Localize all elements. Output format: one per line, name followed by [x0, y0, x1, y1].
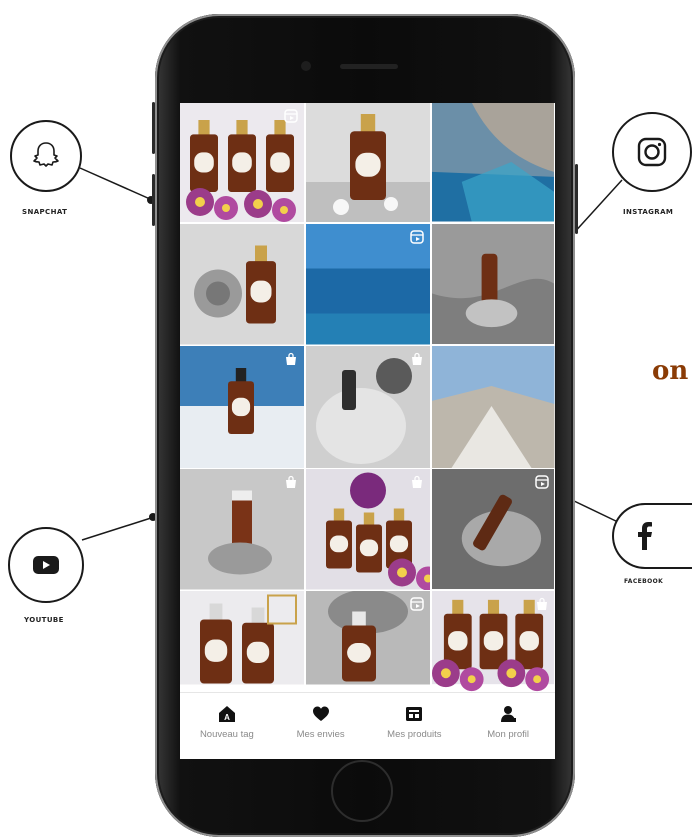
tab-label: Mon profil	[487, 729, 529, 740]
tab-mes-envies[interactable]: Mes envies	[274, 693, 368, 759]
shop-bag-icon	[412, 352, 422, 365]
shop-bag-icon	[412, 475, 422, 488]
facebook-label: FACEBOOK	[624, 578, 664, 585]
snapchat-circle[interactable]	[10, 120, 82, 192]
heart-icon	[312, 706, 329, 721]
feed-post-hands-with-roll-on[interactable]	[432, 469, 555, 590]
youtube-play-icon	[33, 556, 59, 574]
home-button[interactable]	[331, 760, 393, 822]
feed-post-hand-holding-bottle-bw[interactable]	[432, 224, 555, 345]
shop-bag-icon	[286, 475, 296, 488]
youtube-label: YOUTUBE	[24, 616, 64, 624]
phone-speaker	[340, 64, 398, 69]
products-icon	[406, 707, 423, 721]
reel-icon	[284, 109, 298, 123]
profile-icon	[501, 706, 517, 722]
snapchat-ghost-icon	[33, 142, 59, 167]
phone-power-button	[575, 164, 578, 234]
feed-post-sea-rock-cave[interactable]	[432, 103, 555, 223]
feed-post-three-bottles-flowers-2[interactable]	[432, 591, 555, 694]
tab-label: Nouveau tag	[199, 729, 254, 740]
feed-post-three-amber-bottles-flowers[interactable]	[180, 103, 304, 223]
post-photo	[306, 103, 430, 222]
youtube-circle[interactable]	[8, 527, 84, 603]
front-camera	[301, 61, 311, 71]
reel-icon	[535, 475, 549, 489]
reel-icon	[410, 230, 424, 244]
tab-label: Mes produits	[387, 729, 442, 740]
snapchat-label: SNAPCHAT	[22, 208, 68, 216]
photo-grid	[180, 103, 555, 692]
tab-label: Mes envies	[296, 729, 345, 740]
feed-post-rose-and-bottle[interactable]	[180, 224, 304, 345]
facebook-f-icon	[638, 522, 652, 550]
tab-nouveau-tag[interactable]: A Nouveau tag	[180, 693, 274, 759]
feed-post-blue-sea-horizon[interactable]	[306, 224, 430, 345]
feed-post-bottles-with-dahlia[interactable]	[306, 469, 430, 590]
feed-post-two-bottles-soap[interactable]	[180, 591, 304, 694]
feed-post-dropper-bottle-on-snow[interactable]	[180, 346, 304, 468]
post-photo	[432, 103, 555, 222]
instagram-camera-icon	[637, 137, 667, 167]
phone-screen: A Nouveau tag Mes envies Mes produits Mo…	[180, 103, 555, 759]
tab-mes-produits[interactable]: Mes produits	[368, 693, 462, 759]
bottom-tab-bar: A Nouveau tag Mes envies Mes produits Mo…	[180, 692, 555, 759]
new-tag-icon: A	[218, 706, 235, 722]
instagram-circle[interactable]	[612, 112, 692, 192]
tab-mon-profil[interactable]: Mon profil	[461, 693, 555, 759]
phone-volume-button	[152, 174, 155, 226]
reel-icon	[410, 597, 424, 611]
post-photo	[432, 346, 555, 468]
cropped-side-text: on	[652, 356, 689, 386]
facebook-circle[interactable]	[612, 503, 692, 569]
shop-bag-icon	[286, 352, 296, 365]
post-photo	[432, 224, 555, 345]
feed-post-roll-on-in-hand-bw[interactable]	[180, 469, 304, 590]
shop-bag-icon	[537, 597, 547, 610]
post-photo	[180, 224, 304, 345]
post-photo	[180, 591, 304, 685]
phone-volume-button	[152, 102, 155, 154]
feed-post-amber-bottle-cotton[interactable]	[306, 103, 430, 223]
feed-post-hand-pump-bottle-bw[interactable]	[306, 591, 430, 694]
feed-post-woman-with-spray-bw[interactable]	[306, 346, 430, 468]
instagram-label: INSTAGRAM	[623, 208, 674, 216]
svg-text:A: A	[224, 713, 230, 722]
feed-post-sea-rocks-landscape[interactable]	[432, 346, 555, 468]
